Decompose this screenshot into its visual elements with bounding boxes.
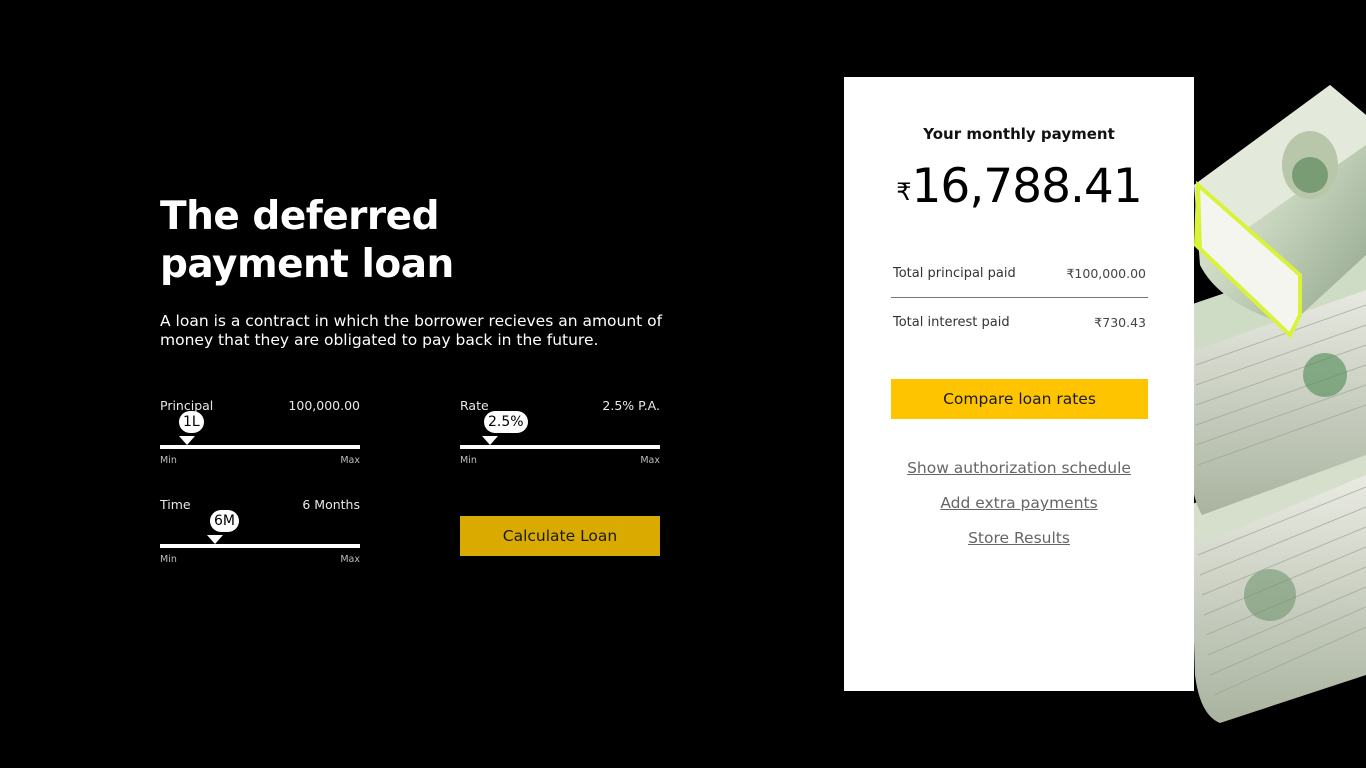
monthly-payment-value: 16,788.41	[911, 159, 1143, 214]
show-schedule-link[interactable]: Show authorization schedule	[844, 459, 1194, 477]
time-label: Time	[160, 497, 191, 512]
principal-value: 100,000.00	[288, 398, 360, 413]
time-min-label: Min	[160, 554, 177, 565]
interest-paid-row: Total interest paid ₹730.43	[891, 315, 1147, 339]
rate-label: Rate	[460, 398, 489, 413]
page-description: A loan is a contract in which the borrow…	[160, 312, 663, 349]
calculate-loan-button[interactable]: Calculate Loan	[460, 516, 660, 556]
rate-slider-handle[interactable]	[482, 436, 498, 445]
loan-calculator-page: The deferred payment loan A loan is a co…	[0, 0, 1366, 768]
result-card: Your monthly payment ₹16,788.41 Total pr…	[844, 77, 1194, 691]
summary-divider	[891, 297, 1148, 298]
principal-bubble: 1L	[179, 411, 204, 433]
rate-value: 2.5% P.A.	[602, 398, 660, 413]
rate-bubble: 2.5%	[484, 411, 528, 433]
rate-slider[interactable]: Rate 2.5% P.A. 2.5% Min Max	[460, 398, 660, 468]
add-extra-payments-link[interactable]: Add extra payments	[844, 494, 1194, 512]
principal-slider-handle[interactable]	[179, 436, 195, 445]
rate-slider-track[interactable]	[460, 445, 660, 449]
store-results-link[interactable]: Store Results	[844, 529, 1194, 547]
time-value: 6 Months	[302, 497, 360, 512]
principal-paid-row: Total principal paid ₹100,000.00	[891, 266, 1147, 290]
monthly-payment-amount: ₹16,788.41	[844, 159, 1194, 214]
compare-loan-rates-button[interactable]: Compare loan rates	[891, 379, 1148, 419]
rate-max-label: Max	[640, 455, 660, 466]
principal-max-label: Max	[340, 455, 360, 466]
interest-paid-label: Total interest paid	[893, 315, 1010, 330]
time-slider-handle[interactable]	[207, 535, 223, 544]
principal-min-label: Min	[160, 455, 177, 466]
page-title: The deferred payment loan	[160, 194, 454, 287]
interest-paid-value: ₹730.43	[1094, 315, 1146, 330]
principal-paid-label: Total principal paid	[893, 266, 1016, 281]
time-max-label: Max	[340, 554, 360, 565]
time-slider-track[interactable]	[160, 544, 360, 548]
principal-slider[interactable]: Principal 100,000.00 1L Min Max	[160, 398, 360, 468]
currency-symbol: ₹	[896, 178, 912, 206]
time-bubble: 6M	[210, 510, 239, 532]
rate-min-label: Min	[460, 455, 477, 466]
principal-paid-value: ₹100,000.00	[1066, 266, 1146, 281]
time-slider[interactable]: Time 6 Months 6M Min Max	[160, 497, 360, 567]
principal-slider-track[interactable]	[160, 445, 360, 449]
monthly-payment-heading: Your monthly payment	[923, 125, 1115, 143]
